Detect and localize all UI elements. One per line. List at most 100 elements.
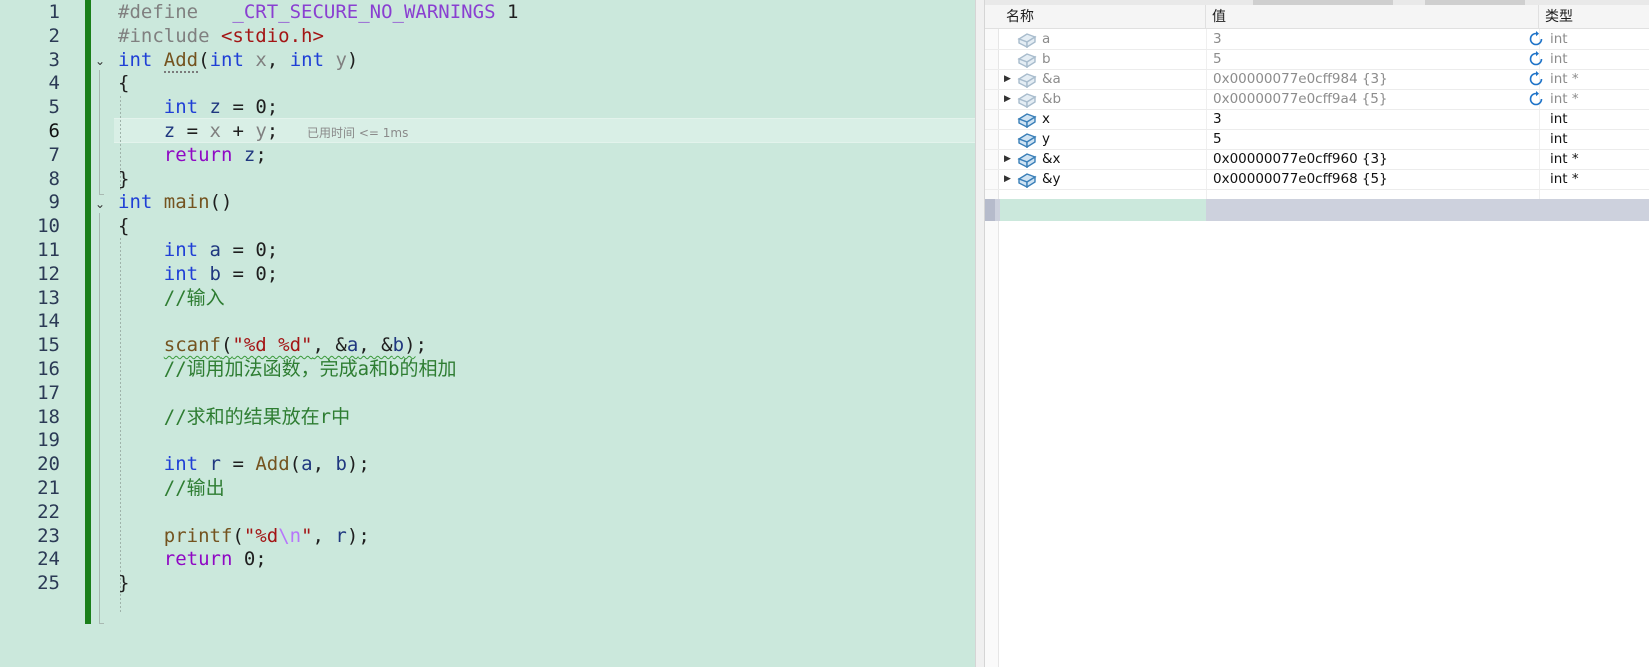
watch-value-cell[interactable]: 0x00000077e0cff960 {3} xyxy=(1213,149,1503,170)
code-text: //调用加法函数，完成a和b的相加 xyxy=(118,357,457,382)
watch-value-cell[interactable]: 3 xyxy=(1213,29,1503,50)
watch-row[interactable]: b 5 int xyxy=(985,49,1649,70)
code-token: b xyxy=(209,262,221,285)
watch-row[interactable]: x 3 int xyxy=(985,109,1649,130)
refresh-icon[interactable] xyxy=(1527,70,1545,88)
code-line[interactable]: 4{ xyxy=(0,71,975,96)
watch-type-cell[interactable]: int xyxy=(1550,49,1645,70)
code-line[interactable]: 23 printf("%d\n", r); xyxy=(0,524,975,549)
watch-new-item-row[interactable] xyxy=(985,199,1649,221)
watch-type-cell[interactable]: int xyxy=(1550,129,1645,150)
variable-icon xyxy=(1017,151,1037,169)
code-token: = xyxy=(221,453,256,476)
code-token: = xyxy=(175,120,210,142)
code-line[interactable]: 24 return 0; xyxy=(0,547,975,572)
watch-row[interactable]: a 3 int xyxy=(985,29,1649,50)
watch-name-cell[interactable]: &x xyxy=(1042,149,1197,170)
panel-splitter[interactable] xyxy=(975,0,985,667)
refresh-icon[interactable] xyxy=(1527,50,1545,68)
code-line[interactable]: 11 int a = 0; xyxy=(0,238,975,263)
code-line[interactable]: 8} xyxy=(0,167,975,192)
code-line[interactable]: 18 //求和的结果放在r中 xyxy=(0,405,975,430)
expand-arrow-icon[interactable]: ▶ xyxy=(1004,169,1014,190)
watch-type-cell[interactable]: int xyxy=(1550,109,1645,130)
watch-value-cell[interactable]: 3 xyxy=(1213,109,1503,130)
code-token: } xyxy=(118,167,130,190)
watch-value-cell[interactable]: 0x00000077e0cff984 {3} xyxy=(1213,69,1503,90)
code-token: a xyxy=(301,453,313,476)
code-line[interactable]: 17 xyxy=(0,381,975,406)
code-line[interactable]: 21 //输出 xyxy=(0,476,975,501)
column-header-name[interactable]: 名称 xyxy=(1000,5,1206,29)
expand-arrow-icon[interactable]: ▶ xyxy=(1004,69,1014,90)
code-line[interactable]: 7 return z; xyxy=(0,143,975,168)
code-token: int xyxy=(209,48,244,71)
code-token: int xyxy=(289,48,325,71)
code-line[interactable]: 1 #define _CRT_SECURE_NO_WARNINGS 1 xyxy=(0,0,975,25)
watch-name-cell[interactable]: &y xyxy=(1042,169,1197,190)
code-line[interactable]: 9 int main() xyxy=(0,190,975,215)
code-text: return z; xyxy=(118,143,267,168)
code-token: = 0; xyxy=(221,262,279,285)
code-editor[interactable]: ⌄ ⌄ 1 #define _CRT_SECURE_NO_WARNINGS 1 2 #… xyxy=(0,0,975,667)
refresh-icon[interactable] xyxy=(1527,90,1545,108)
watch-value-cell[interactable]: 5 xyxy=(1213,49,1503,70)
watch-name-cell[interactable]: x xyxy=(1042,109,1197,130)
watch-name-cell[interactable]: y xyxy=(1042,129,1197,150)
watch-type-cell[interactable]: int * xyxy=(1550,69,1645,90)
code-line[interactable]: 3 int Add(int x, int y) xyxy=(0,48,975,73)
code-line[interactable]: 12 int b = 0; xyxy=(0,262,975,287)
watch-value-cell[interactable]: 0x00000077e0cff9a4 {5} xyxy=(1213,89,1503,110)
variable-icon xyxy=(1017,171,1037,189)
watch-row[interactable]: ▶ &y 0x00000077e0cff968 {5} int * xyxy=(985,169,1649,190)
watch-name-cell[interactable]: a xyxy=(1042,29,1197,50)
column-header-value[interactable]: 值 xyxy=(1206,5,1539,29)
watch-name-cell[interactable]: &a xyxy=(1042,69,1197,90)
code-line[interactable]: 22 xyxy=(0,500,975,525)
watch-row[interactable]: ▶ &a 0x00000077e0cff984 {3} int * xyxy=(985,69,1649,90)
code-token: <stdio.h> xyxy=(220,24,324,47)
line-number: 24 xyxy=(37,548,60,571)
watch-type-cell[interactable]: int * xyxy=(1550,169,1645,190)
watch-value-cell[interactable]: 5 xyxy=(1213,129,1503,150)
code-line[interactable]: 6 z = x + y; xyxy=(0,119,975,144)
expand-arrow-icon[interactable]: ▶ xyxy=(1004,89,1014,110)
code-line[interactable]: 10 { xyxy=(0,214,975,239)
code-text: z = x + y; xyxy=(118,119,278,144)
code-line[interactable]: 16 //调用加法函数，完成a和b的相加 xyxy=(0,357,975,382)
watch-row[interactable]: ▶ &b 0x00000077e0cff9a4 {5} int * xyxy=(985,89,1649,110)
code-line[interactable]: 5 int z = 0; xyxy=(0,95,975,120)
code-line[interactable]: 14 xyxy=(0,309,975,334)
watch-row[interactable]: ▶ &x 0x00000077e0cff960 {3} int * xyxy=(985,149,1649,170)
watch-row[interactable]: y 5 int xyxy=(985,129,1649,150)
add-watch-input[interactable] xyxy=(1000,199,1206,221)
line-number: 16 xyxy=(37,358,60,380)
watch-type-cell[interactable]: int * xyxy=(1550,89,1645,110)
watch-window[interactable]: 名称 值 类型 a 3 int b 5 int ▶ &a 0x00000077e0cff984 … xyxy=(985,0,1649,667)
watch-name-cell[interactable]: &b xyxy=(1042,89,1197,110)
watch-type-cell[interactable]: int * xyxy=(1550,149,1645,170)
code-line[interactable]: 25} xyxy=(0,571,975,596)
code-line[interactable]: 13 //输入 xyxy=(0,286,975,311)
watch-value-cell[interactable]: 0x00000077e0cff968 {5} xyxy=(1213,169,1503,190)
column-header-type[interactable]: 类型 xyxy=(1539,5,1649,29)
code-token: x xyxy=(209,120,221,142)
refresh-icon[interactable] xyxy=(1527,30,1545,48)
watch-type-cell[interactable]: int xyxy=(1550,29,1645,50)
code-token: ( xyxy=(232,524,244,547)
code-token: //输入 xyxy=(163,286,225,309)
watch-name-cell[interactable]: b xyxy=(1042,49,1197,70)
code-line[interactable]: 15 scanf("%d %d", &a, &b); xyxy=(0,333,975,358)
expand-arrow-icon[interactable]: ▶ xyxy=(1004,149,1014,170)
code-line[interactable]: 2 #include <stdio.h> xyxy=(0,24,975,49)
code-line[interactable]: 19 xyxy=(0,428,975,453)
code-token: ; xyxy=(266,120,279,142)
line-number: 6 xyxy=(48,120,60,142)
code-line[interactable]: 20 int r = Add(a, b); xyxy=(0,452,975,477)
